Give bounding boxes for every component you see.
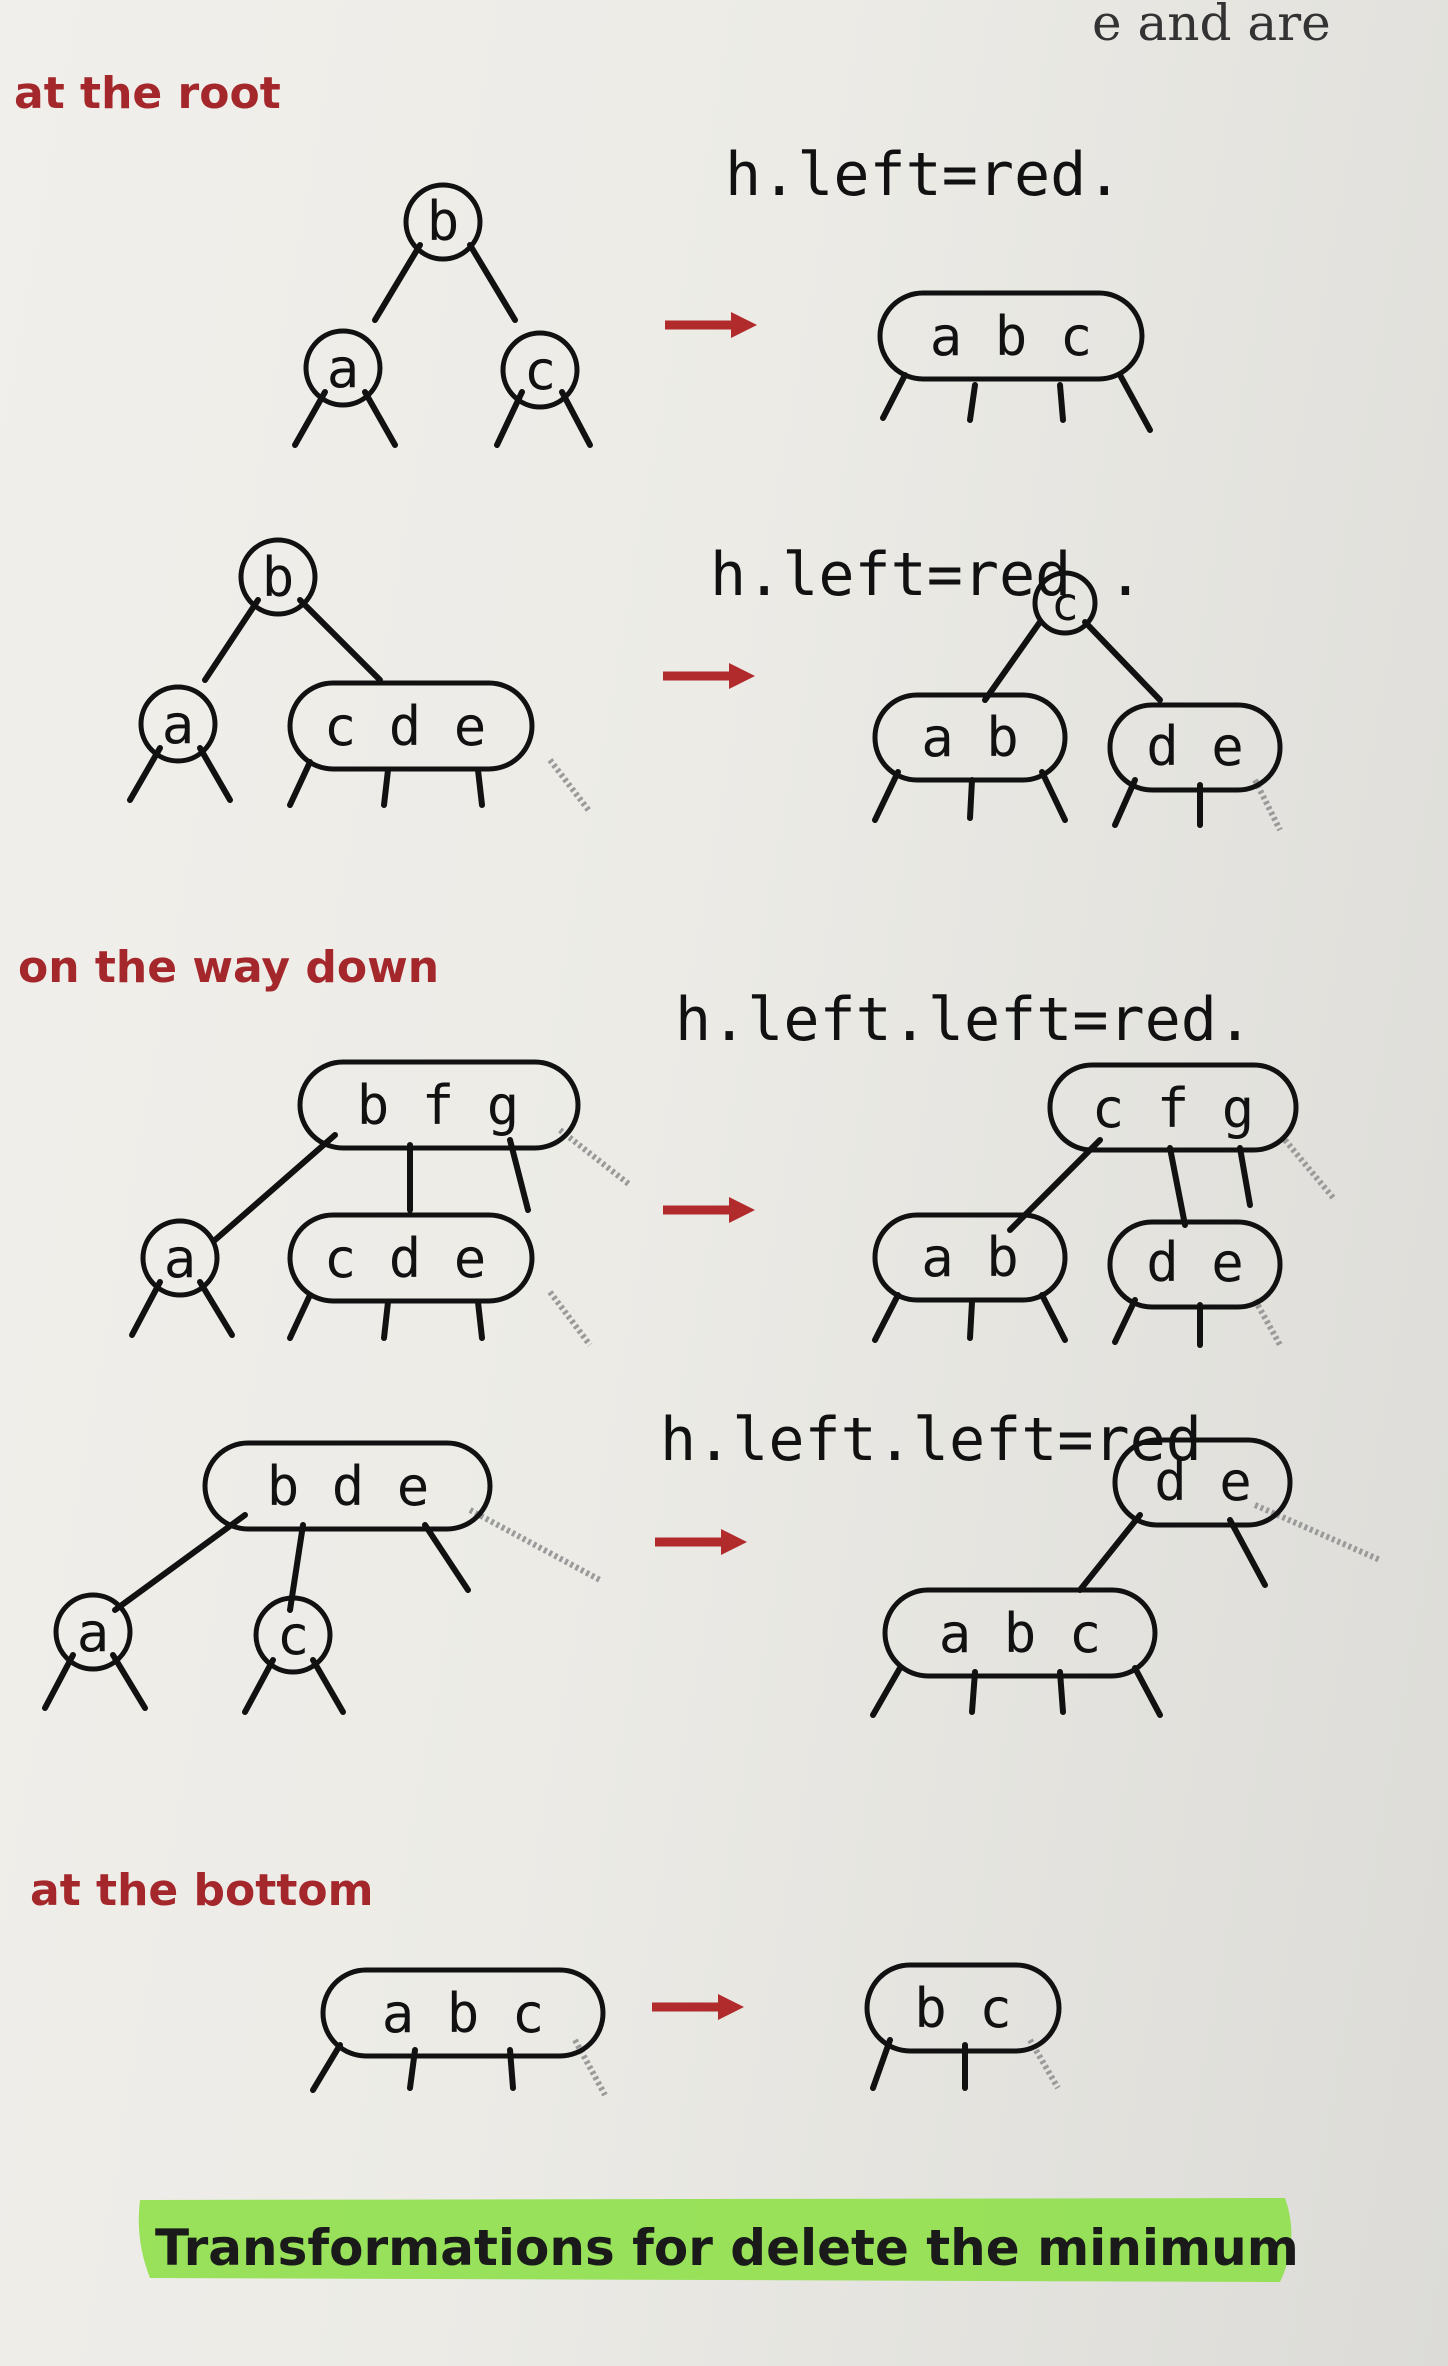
node-key: b bbox=[427, 190, 460, 253]
node-key: b f g bbox=[357, 1074, 520, 1137]
node-key: c d e bbox=[324, 1227, 487, 1290]
node-key: d e bbox=[1154, 1450, 1252, 1513]
node-key: a b bbox=[921, 706, 1019, 769]
node-key: a bbox=[164, 1227, 197, 1290]
node-key: a bbox=[162, 693, 195, 756]
top-text-fragment: e and are bbox=[1092, 0, 1331, 52]
transform-arrow bbox=[652, 1994, 744, 2020]
diagram-3: b f g a c d e c f g a b d e bbox=[129, 1059, 1338, 1348]
section-heading-way-down: on the way down bbox=[18, 942, 439, 993]
handwritten-note-3: h.left.left=red. bbox=[675, 985, 1253, 1055]
diagram-4: b d e a c d e a b c bbox=[42, 1437, 1382, 1718]
node-key: a bbox=[77, 1601, 110, 1664]
node-key: a bbox=[327, 337, 360, 400]
section-heading-bottom: at the bottom bbox=[30, 1865, 373, 1916]
node-key: c bbox=[277, 1604, 310, 1667]
node-key: d e bbox=[1146, 1231, 1244, 1294]
node-key: c f g bbox=[1092, 1077, 1255, 1140]
transform-arrow bbox=[663, 1197, 755, 1223]
textbook-page: e and are at the root on the way down at… bbox=[0, 0, 1448, 2366]
node-key: a b c bbox=[930, 305, 1093, 368]
transform-arrow bbox=[655, 1529, 747, 1555]
node-key: b c bbox=[914, 1977, 1012, 2040]
node-key: a b c bbox=[939, 1602, 1102, 1665]
node-key: d e bbox=[1146, 715, 1244, 778]
transform-arrow bbox=[665, 312, 757, 338]
transform-arrow bbox=[663, 663, 755, 689]
node-key: a b bbox=[921, 1226, 1019, 1289]
handwritten-note-1: h.left=red. bbox=[725, 140, 1122, 210]
node-key: c bbox=[1051, 577, 1079, 631]
section-heading-root: at the root bbox=[14, 68, 281, 119]
node-key: c d e bbox=[324, 695, 487, 758]
diagram-1: b a c a b c bbox=[292, 182, 1153, 448]
node-key: b d e bbox=[267, 1455, 430, 1518]
node-key: c bbox=[524, 339, 557, 402]
diagram-5: a b c b c bbox=[310, 1962, 1062, 2097]
figure: e and are at the root on the way down at… bbox=[14, 0, 1382, 2282]
node-key: a b c bbox=[382, 1982, 545, 2045]
figure-caption: Transformations for delete the minimum bbox=[155, 2219, 1299, 2277]
node-key: b bbox=[262, 546, 295, 609]
